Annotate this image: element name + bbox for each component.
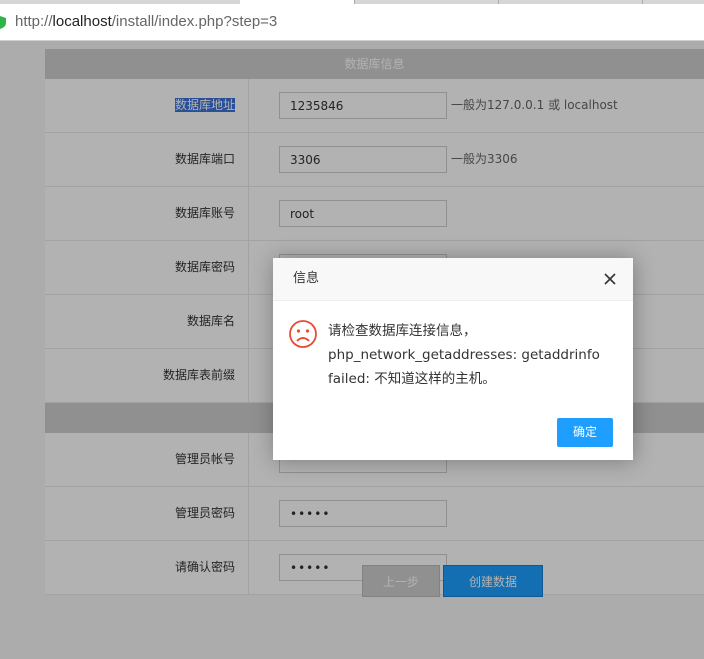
dialog-body: 请检查数据库连接信息，php_network_getaddresses: get…	[273, 301, 633, 407]
ok-button[interactable]: 确定	[557, 418, 613, 447]
secure-shield-icon	[0, 16, 6, 29]
sad-face-icon	[289, 320, 317, 348]
dialog-header: 信息	[273, 258, 633, 301]
dialog-title: 信息	[293, 271, 320, 286]
url-host: localhost	[52, 13, 112, 30]
error-dialog: 信息 请检查数据库连接信息，php_network_getaddresses: …	[273, 258, 633, 460]
url-prefix: http://	[15, 13, 53, 30]
address-bar[interactable]: http://localhost/install/index.php?step=…	[0, 4, 704, 41]
close-icon[interactable]	[603, 272, 617, 286]
url-text[interactable]: http://localhost/install/index.php?step=…	[15, 13, 277, 30]
dialog-message: 请检查数据库连接信息，php_network_getaddresses: get…	[328, 323, 600, 387]
url-path: /install/index.php?step=3	[111, 13, 278, 30]
